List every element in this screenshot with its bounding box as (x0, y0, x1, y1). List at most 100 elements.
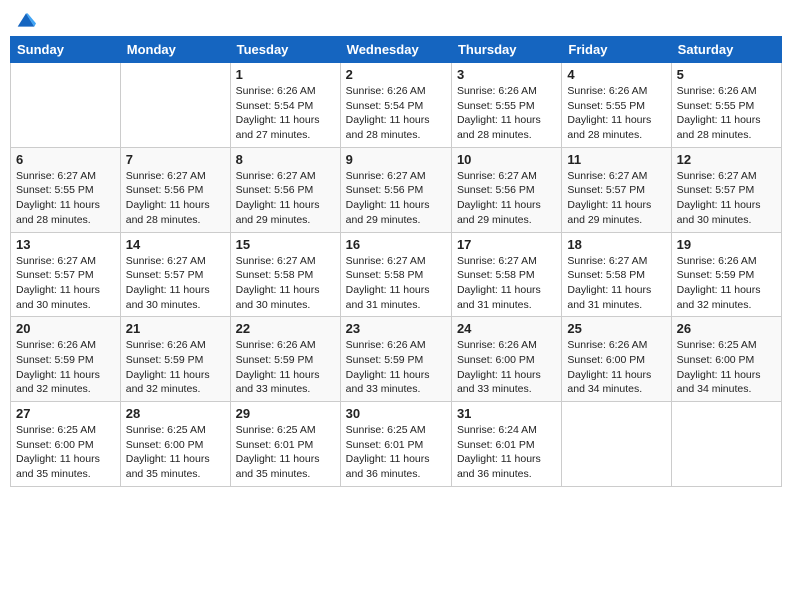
calendar-cell: 30 Sunrise: 6:25 AMSunset: 6:01 PMDayligh… (340, 402, 451, 487)
page-header (10, 10, 782, 30)
calendar-cell: 20Sunrise: 6:26 AMSunset: 5:59 PMDayligh… (11, 317, 121, 402)
calendar-cell: 1 Sunrise: 6:26 AMSunset: 5:54 PMDaylight… (230, 63, 340, 148)
logo-icon (16, 10, 36, 30)
calendar-cell: 19 Sunrise: 6:26 AMSunset: 5:59 PMDayligh… (671, 232, 781, 317)
calendar-cell: 13 Sunrise: 6:27 AMSunset: 5:57 PMDayligh… (11, 232, 121, 317)
calendar-body: 1 Sunrise: 6:26 AMSunset: 5:54 PMDaylight… (11, 63, 782, 487)
weekday-header-wednesday: Wednesday (340, 37, 451, 63)
day-info: Sunrise: 6:26 AMSunset: 5:59 PMDaylight:… (236, 338, 335, 397)
day-number: 13 (16, 237, 115, 252)
day-info: Sunrise: 6:26 AMSunset: 6:00 PMDaylight:… (457, 338, 556, 397)
day-number: 9 (346, 152, 446, 167)
day-info: Sunrise: 6:26 AMSunset: 5:54 PMDaylight:… (236, 84, 335, 143)
day-number: 29 (236, 406, 335, 421)
day-number: 27 (16, 406, 115, 421)
day-info: Sunrise: 6:25 AMSunset: 6:01 PMDaylight:… (346, 423, 446, 482)
calendar-cell (120, 63, 230, 148)
calendar-cell: 27 Sunrise: 6:25 AMSunset: 6:00 PMDayligh… (11, 402, 121, 487)
day-number: 14 (126, 237, 225, 252)
day-number: 30 (346, 406, 446, 421)
day-info: Sunrise: 6:27 AMSunset: 5:56 PMDaylight:… (236, 169, 335, 228)
calendar-cell: 5 Sunrise: 6:26 AMSunset: 5:55 PMDaylight… (671, 63, 781, 148)
day-info: Sunrise: 6:26 AMSunset: 5:55 PMDaylight:… (677, 84, 776, 143)
day-number: 23 (346, 321, 446, 336)
day-number: 19 (677, 237, 776, 252)
weekday-header-tuesday: Tuesday (230, 37, 340, 63)
calendar-cell: 9 Sunrise: 6:27 AMSunset: 5:56 PMDaylight… (340, 147, 451, 232)
day-number: 2 (346, 67, 446, 82)
day-number: 22 (236, 321, 335, 336)
calendar-week-3: 13 Sunrise: 6:27 AMSunset: 5:57 PMDayligh… (11, 232, 782, 317)
day-number: 10 (457, 152, 556, 167)
calendar-cell (11, 63, 121, 148)
calendar-cell: 25 Sunrise: 6:26 AMSunset: 6:00 PMDayligh… (562, 317, 671, 402)
calendar-cell: 10Sunrise: 6:27 AMSunset: 5:56 PMDayligh… (451, 147, 561, 232)
day-number: 21 (126, 321, 225, 336)
day-number: 31 (457, 406, 556, 421)
day-info: Sunrise: 6:27 AMSunset: 5:58 PMDaylight:… (567, 254, 665, 313)
calendar-week-1: 1 Sunrise: 6:26 AMSunset: 5:54 PMDaylight… (11, 63, 782, 148)
day-number: 20 (16, 321, 115, 336)
day-number: 6 (16, 152, 115, 167)
day-info: Sunrise: 6:26 AMSunset: 5:55 PMDaylight:… (567, 84, 665, 143)
weekday-header-row: SundayMondayTuesdayWednesdayThursdayFrid… (11, 37, 782, 63)
day-info: Sunrise: 6:27 AMSunset: 5:56 PMDaylight:… (126, 169, 225, 228)
day-number: 5 (677, 67, 776, 82)
calendar-cell: 3 Sunrise: 6:26 AMSunset: 5:55 PMDaylight… (451, 63, 561, 148)
day-info: Sunrise: 6:25 AMSunset: 6:00 PMDaylight:… (126, 423, 225, 482)
day-number: 7 (126, 152, 225, 167)
day-info: Sunrise: 6:27 AMSunset: 5:57 PMDaylight:… (126, 254, 225, 313)
calendar-cell: 8Sunrise: 6:27 AMSunset: 5:56 PMDaylight… (230, 147, 340, 232)
calendar-week-2: 6 Sunrise: 6:27 AMSunset: 5:55 PMDaylight… (11, 147, 782, 232)
day-number: 3 (457, 67, 556, 82)
calendar-cell: 4Sunrise: 6:26 AMSunset: 5:55 PMDaylight… (562, 63, 671, 148)
day-info: Sunrise: 6:27 AMSunset: 5:58 PMDaylight:… (346, 254, 446, 313)
calendar-cell: 26 Sunrise: 6:25 AMSunset: 6:00 PMDayligh… (671, 317, 781, 402)
day-info: Sunrise: 6:25 AMSunset: 6:00 PMDaylight:… (16, 423, 115, 482)
day-info: Sunrise: 6:26 AMSunset: 5:59 PMDaylight:… (126, 338, 225, 397)
weekday-header-thursday: Thursday (451, 37, 561, 63)
day-number: 15 (236, 237, 335, 252)
day-info: Sunrise: 6:27 AMSunset: 5:57 PMDaylight:… (567, 169, 665, 228)
day-number: 16 (346, 237, 446, 252)
day-number: 18 (567, 237, 665, 252)
calendar-cell: 7 Sunrise: 6:27 AMSunset: 5:56 PMDaylight… (120, 147, 230, 232)
day-info: Sunrise: 6:27 AMSunset: 5:58 PMDaylight:… (457, 254, 556, 313)
day-number: 11 (567, 152, 665, 167)
calendar-cell: 11 Sunrise: 6:27 AMSunset: 5:57 PMDayligh… (562, 147, 671, 232)
calendar-cell: 31 Sunrise: 6:24 AMSunset: 6:01 PMDayligh… (451, 402, 561, 487)
day-info: Sunrise: 6:25 AMSunset: 6:00 PMDaylight:… (677, 338, 776, 397)
calendar-table: SundayMondayTuesdayWednesdayThursdayFrid… (10, 36, 782, 487)
day-number: 12 (677, 152, 776, 167)
day-number: 1 (236, 67, 335, 82)
day-number: 25 (567, 321, 665, 336)
day-info: Sunrise: 6:27 AMSunset: 5:57 PMDaylight:… (16, 254, 115, 313)
calendar-cell: 21 Sunrise: 6:26 AMSunset: 5:59 PMDayligh… (120, 317, 230, 402)
calendar-cell: 23 Sunrise: 6:26 AMSunset: 5:59 PMDayligh… (340, 317, 451, 402)
day-info: Sunrise: 6:26 AMSunset: 5:55 PMDaylight:… (457, 84, 556, 143)
day-info: Sunrise: 6:26 AMSunset: 6:00 PMDaylight:… (567, 338, 665, 397)
day-info: Sunrise: 6:25 AMSunset: 6:01 PMDaylight:… (236, 423, 335, 482)
day-info: Sunrise: 6:27 AMSunset: 5:55 PMDaylight:… (16, 169, 115, 228)
calendar-cell: 6 Sunrise: 6:27 AMSunset: 5:55 PMDaylight… (11, 147, 121, 232)
logo (14, 10, 36, 30)
calendar-cell (671, 402, 781, 487)
calendar-cell: 24Sunrise: 6:26 AMSunset: 6:00 PMDayligh… (451, 317, 561, 402)
calendar-cell: 28Sunrise: 6:25 AMSunset: 6:00 PMDayligh… (120, 402, 230, 487)
day-info: Sunrise: 6:26 AMSunset: 5:54 PMDaylight:… (346, 84, 446, 143)
day-info: Sunrise: 6:26 AMSunset: 5:59 PMDaylight:… (677, 254, 776, 313)
day-number: 26 (677, 321, 776, 336)
calendar-cell: 15Sunrise: 6:27 AMSunset: 5:58 PMDayligh… (230, 232, 340, 317)
day-info: Sunrise: 6:24 AMSunset: 6:01 PMDaylight:… (457, 423, 556, 482)
calendar-cell: 17Sunrise: 6:27 AMSunset: 5:58 PMDayligh… (451, 232, 561, 317)
calendar-cell: 29 Sunrise: 6:25 AMSunset: 6:01 PMDayligh… (230, 402, 340, 487)
calendar-week-4: 20 Sunrise: 6:26 AMSunset: 5:59 PMDayligh… (11, 317, 782, 402)
day-info: Sunrise: 6:27 AMSunset: 5:56 PMDaylight:… (346, 169, 446, 228)
calendar-week-5: 27 Sunrise: 6:25 AMSunset: 6:00 PMDayligh… (11, 402, 782, 487)
calendar-cell: 2 Sunrise: 6:26 AMSunset: 5:54 PMDaylight… (340, 63, 451, 148)
calendar-cell (562, 402, 671, 487)
day-info: Sunrise: 6:26 AMSunset: 5:59 PMDaylight:… (346, 338, 446, 397)
day-info: Sunrise: 6:27 AMSunset: 5:57 PMDaylight:… (677, 169, 776, 228)
calendar-cell: 18 Sunrise: 6:27 AMSunset: 5:58 PMDayligh… (562, 232, 671, 317)
weekday-header-sunday: Sunday (11, 37, 121, 63)
